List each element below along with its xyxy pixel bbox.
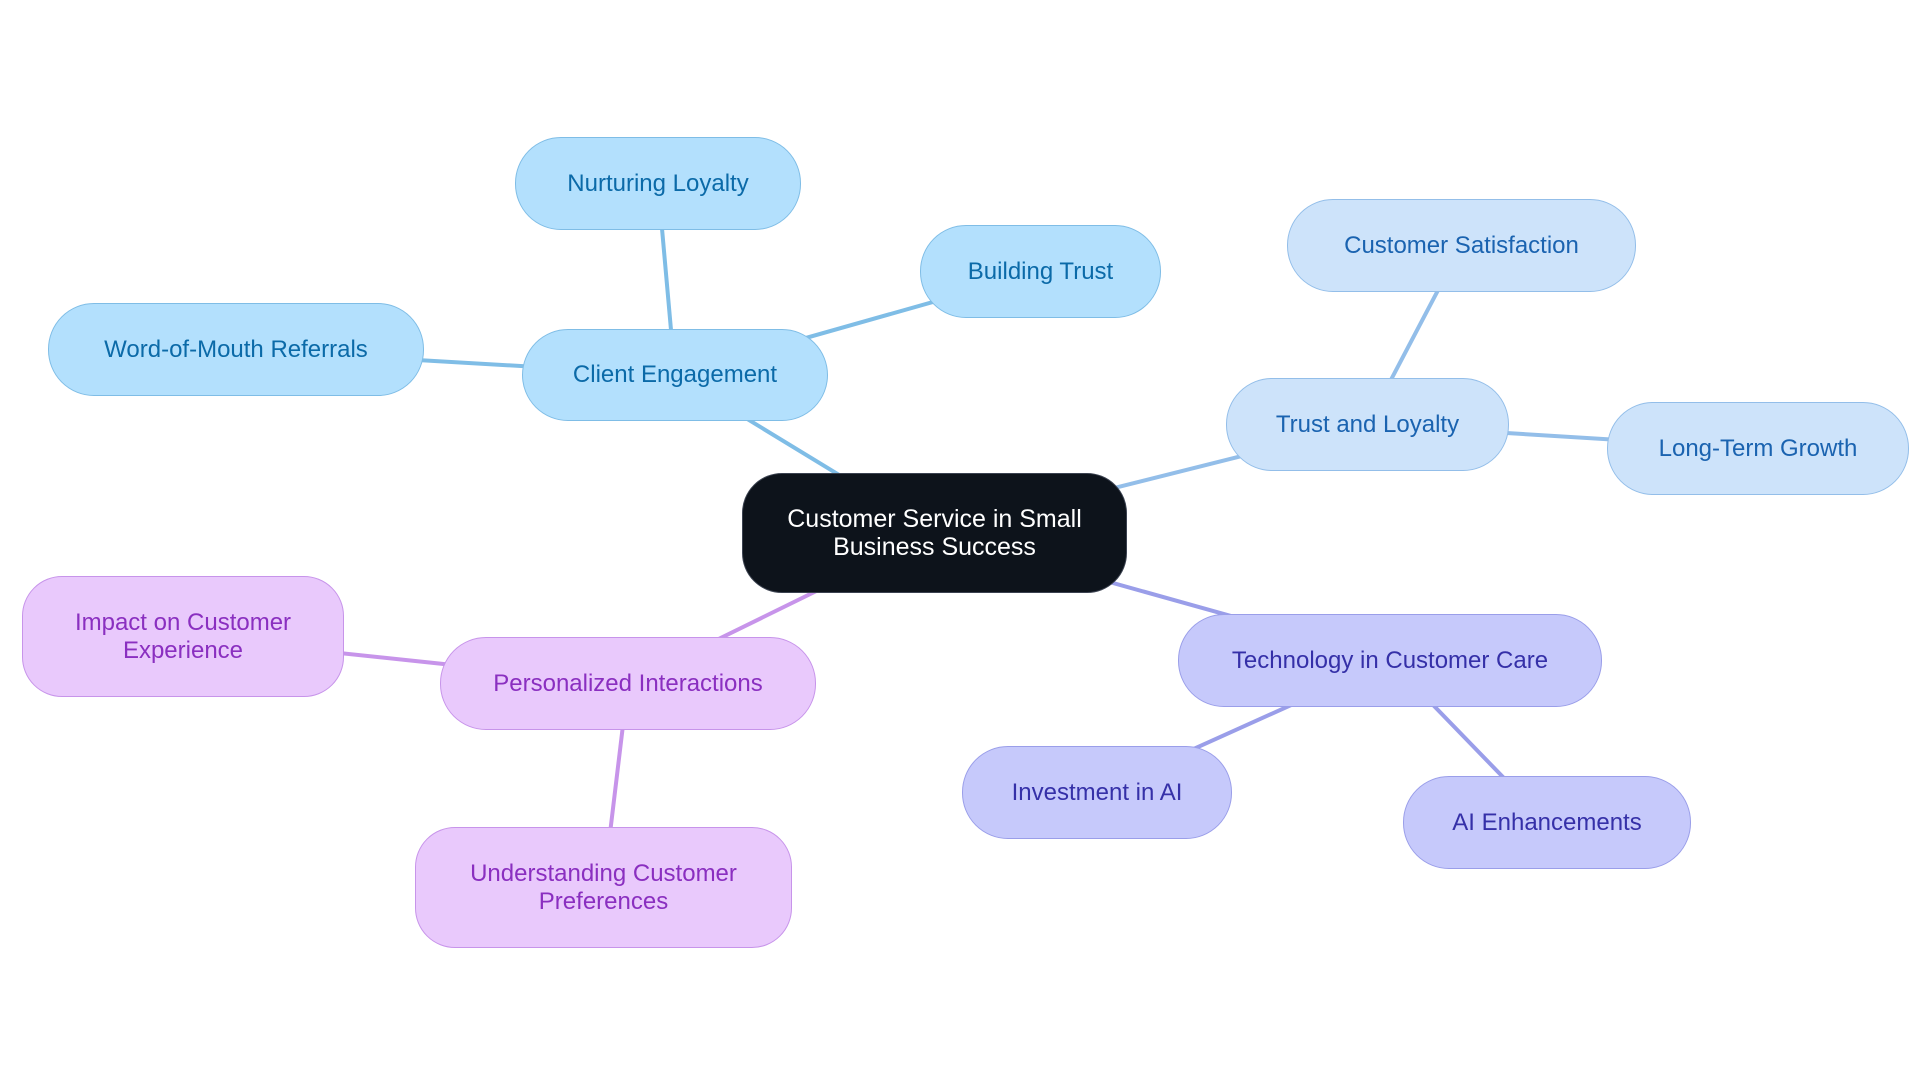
- root-node[interactable]: Customer Service in Small Business Succe…: [742, 473, 1127, 593]
- branch-node-personalized-interactions[interactable]: Personalized Interactions: [440, 637, 816, 730]
- leaf-node-word-of-mouth-referrals[interactable]: Word-of-Mouth Referrals: [48, 303, 424, 396]
- branch-node-client-engagement[interactable]: Client Engagement: [522, 329, 828, 421]
- leaf-node-customer-satisfaction[interactable]: Customer Satisfaction: [1287, 199, 1636, 292]
- branch-node-trust-and-loyalty[interactable]: Trust and Loyalty: [1226, 378, 1509, 471]
- leaf-node-ai-enhancements[interactable]: AI Enhancements: [1403, 776, 1691, 869]
- leaf-node-long-term-growth[interactable]: Long-Term Growth: [1607, 402, 1909, 495]
- mindmap-canvas: Customer Service in Small Business Succe…: [0, 0, 1920, 1083]
- leaf-node-nurturing-loyalty[interactable]: Nurturing Loyalty: [515, 137, 801, 230]
- leaf-node-impact-on-customer-experience[interactable]: Impact on Customer Experience: [22, 576, 344, 697]
- leaf-node-building-trust[interactable]: Building Trust: [920, 225, 1161, 318]
- leaf-node-investment-in-ai[interactable]: Investment in AI: [962, 746, 1232, 839]
- branch-node-technology-in-customer-care[interactable]: Technology in Customer Care: [1178, 614, 1602, 707]
- leaf-node-understanding-customer-preferences[interactable]: Understanding Customer Preferences: [415, 827, 792, 948]
